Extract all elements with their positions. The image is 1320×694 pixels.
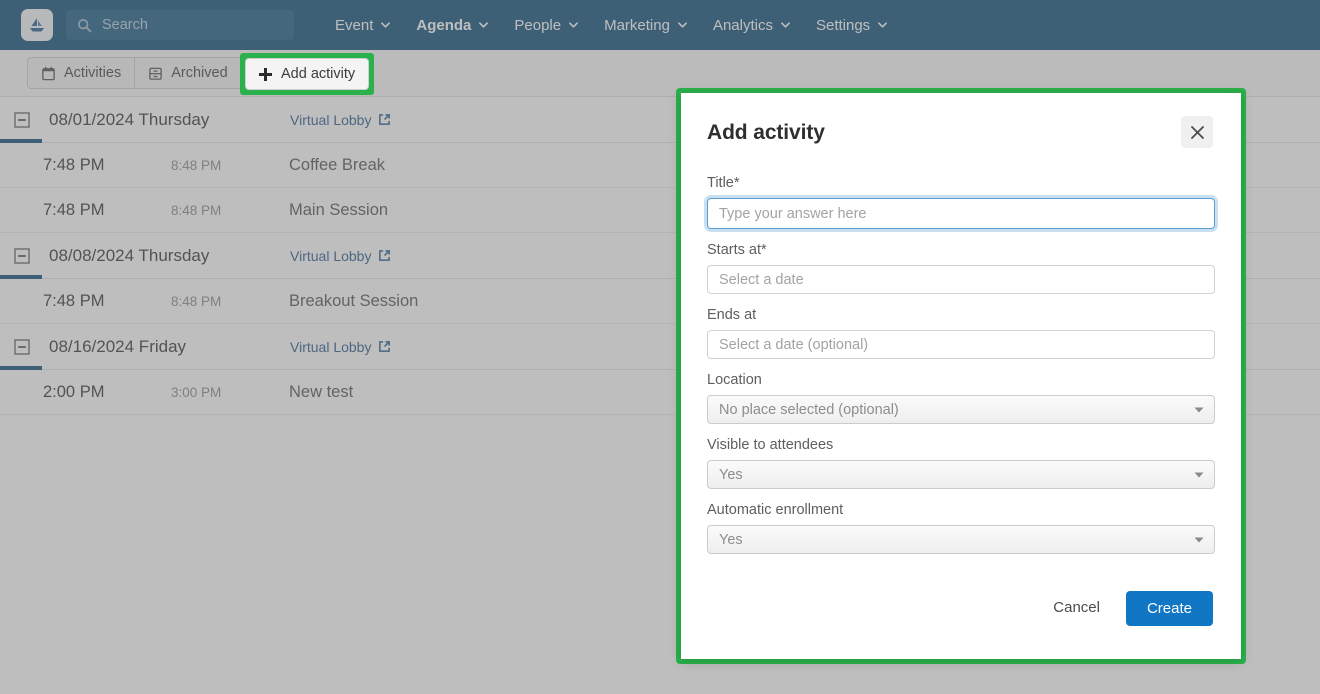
modal-title: Add activity xyxy=(707,121,825,144)
field-label: Location xyxy=(707,372,762,388)
starts-at-input[interactable]: Select a date xyxy=(707,265,1215,294)
field-label: Title* xyxy=(707,175,740,191)
ends-at-input[interactable]: Select a date (optional) xyxy=(707,330,1215,359)
field-label: Visible to attendees xyxy=(707,437,834,453)
field-title: Title* Type your answer here xyxy=(707,175,1215,229)
field-ends-at: Ends at Select a date (optional) xyxy=(707,307,1215,359)
field-label: Starts at* xyxy=(707,242,767,258)
close-button[interactable] xyxy=(1181,116,1213,148)
field-location: Location No place selected (optional) xyxy=(707,372,1215,424)
automatic-enrollment-select[interactable]: Yes xyxy=(707,525,1215,554)
input-placeholder: Select a date (optional) xyxy=(719,336,869,353)
select-value: Yes xyxy=(719,531,743,548)
visible-to-attendees-select[interactable]: Yes xyxy=(707,460,1215,489)
field-starts-at: Starts at* Select a date xyxy=(707,242,1215,294)
chevron-down-icon xyxy=(1194,472,1204,477)
add-activity-button[interactable]: Add activity xyxy=(245,58,370,90)
select-value: No place selected (optional) xyxy=(719,401,899,418)
chevron-down-icon xyxy=(1194,407,1204,412)
chevron-down-icon xyxy=(1194,537,1204,542)
create-button[interactable]: Create xyxy=(1125,591,1213,626)
title-input[interactable]: Type your answer here xyxy=(707,198,1215,229)
modal-header: Add activity xyxy=(681,93,1241,148)
input-placeholder: Select a date xyxy=(719,271,804,288)
field-visible-to-attendees: Visible to attendees Yes xyxy=(707,437,1215,489)
field-label: Automatic enrollment xyxy=(707,502,844,518)
modal-body: Title* Type your answer here Starts at* … xyxy=(681,148,1241,554)
select-value: Yes xyxy=(719,466,743,483)
modal-footer: Cancel Create xyxy=(681,573,1241,659)
add-activity-modal: Add activity Title* Type your answer her… xyxy=(681,93,1241,659)
plus-icon xyxy=(259,67,272,81)
cancel-button[interactable]: Cancel xyxy=(1039,591,1114,624)
input-placeholder: Type your answer here xyxy=(719,205,867,222)
field-label: Ends at xyxy=(707,307,757,323)
field-automatic-enrollment: Automatic enrollment Yes xyxy=(707,502,1215,554)
close-icon xyxy=(1190,125,1204,139)
add-activity-highlight: Add activity xyxy=(240,53,375,95)
add-activity-label: Add activity xyxy=(281,66,356,82)
location-select[interactable]: No place selected (optional) xyxy=(707,395,1215,424)
add-activity-modal-highlight: Add activity Title* Type your answer her… xyxy=(676,88,1246,664)
